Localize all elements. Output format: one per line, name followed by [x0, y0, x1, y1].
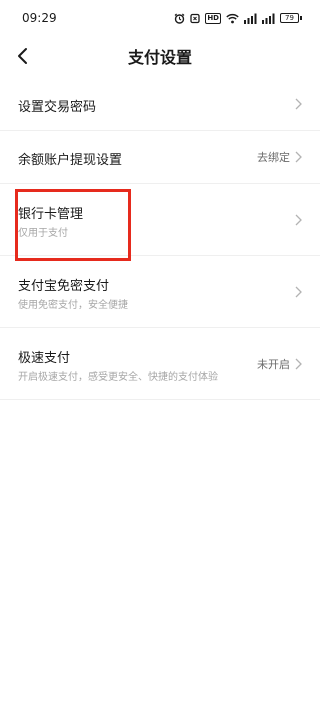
- chevron-right-icon: [295, 286, 302, 297]
- wifi-icon: [226, 13, 239, 23]
- item-title: 极速支付: [18, 351, 71, 366]
- item-title: 银行卡管理: [18, 207, 84, 222]
- item-subtitle: 仅用于支付: [18, 228, 68, 239]
- nav-bar: 支付设置: [0, 36, 320, 76]
- item-value: 未开启: [257, 357, 290, 371]
- settings-list: 设置交易密码 余额账户提现设置 去绑定 银行卡管理 仅用于支付 支付宝免密支付 …: [0, 78, 320, 400]
- hd-badge: HD: [205, 12, 221, 24]
- battery-icon: 79: [280, 13, 302, 23]
- signal-icon: [262, 13, 275, 24]
- item-subtitle: 开启极速支付，感受更安全、快捷的支付体验: [18, 372, 218, 383]
- chevron-right-icon: [295, 151, 302, 163]
- item-value: 去绑定: [257, 151, 290, 164]
- status-bar: 09:29 HD 79: [0, 0, 320, 36]
- nfc-icon: [190, 13, 200, 23]
- item-title: 支付宝免密支付: [18, 279, 110, 294]
- setting-item-express-payment[interactable]: 极速支付 开启极速支付，感受更安全、快捷的支付体验 未开启: [0, 328, 320, 400]
- chevron-right-icon: [295, 98, 302, 110]
- back-arrow-icon: [18, 48, 27, 64]
- item-title: 设置交易密码: [18, 100, 97, 115]
- setting-item-transaction-password[interactable]: 设置交易密码: [0, 78, 320, 131]
- status-time: 09:29: [22, 11, 57, 25]
- chevron-right-icon: [295, 358, 302, 369]
- chevron-right-icon: [295, 214, 302, 225]
- item-title: 余额账户提现设置: [18, 153, 123, 168]
- setting-item-bank-card-management[interactable]: 银行卡管理 仅用于支付: [0, 184, 320, 256]
- item-subtitle: 使用免密支付，安全便捷: [18, 300, 128, 311]
- signal-icon: [244, 13, 257, 24]
- status-icons: HD 79: [174, 12, 302, 24]
- page-title: 支付设置: [127, 48, 192, 67]
- alarm-icon: [174, 13, 185, 24]
- battery-level: 79: [280, 13, 299, 23]
- back-button[interactable]: [10, 44, 34, 68]
- setting-item-withdrawal-settings[interactable]: 余额账户提现设置 去绑定: [0, 131, 320, 184]
- setting-item-alipay-password-free[interactable]: 支付宝免密支付 使用免密支付，安全便捷: [0, 256, 320, 328]
